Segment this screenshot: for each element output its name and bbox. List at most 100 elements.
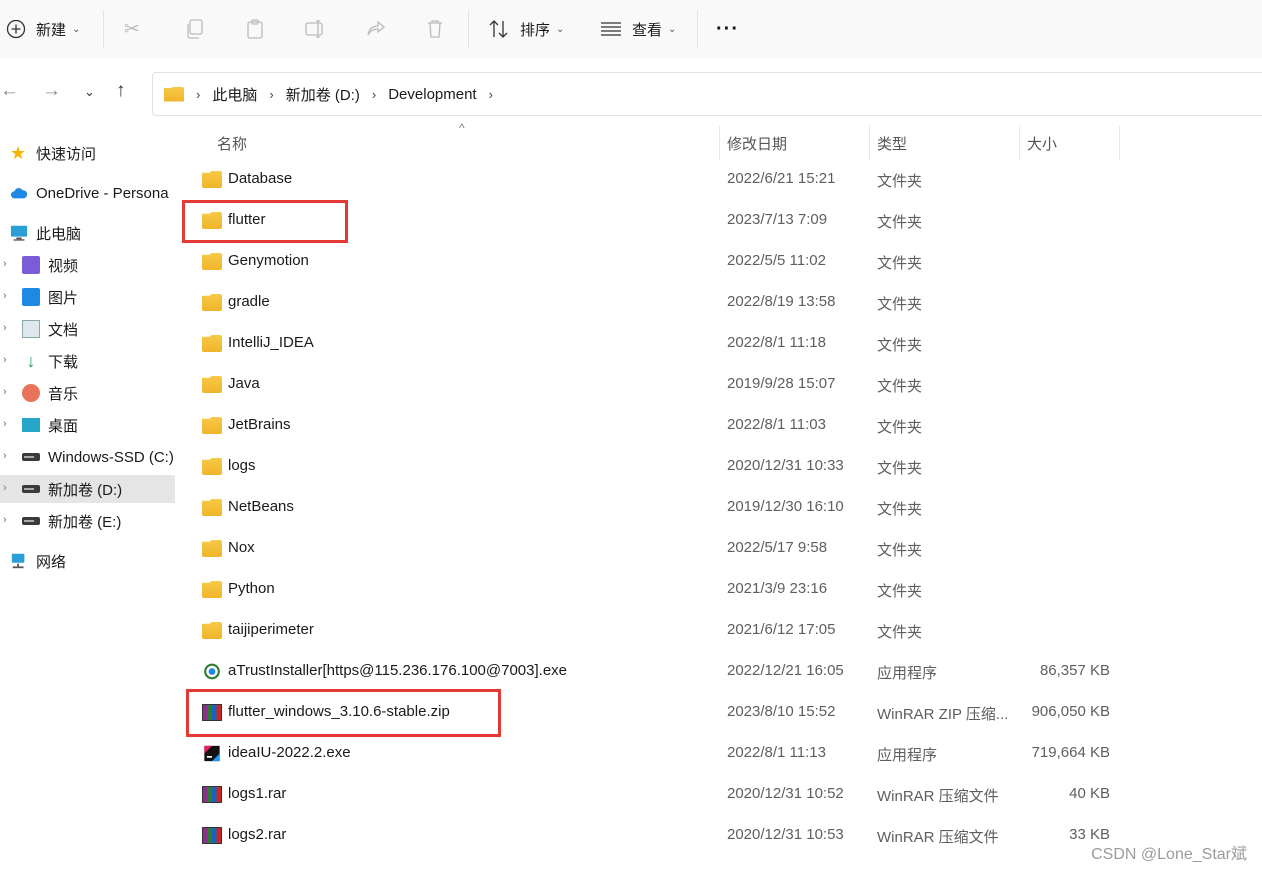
file-row-taijiperimeter[interactable]: taijiperimeter 2021/6/12 17:05 文件夹 — [190, 611, 1125, 652]
column-header-date[interactable]: 修改日期 — [727, 125, 787, 161]
column-divider[interactable] — [1119, 126, 1120, 160]
chevron-right-icon: › — [3, 386, 7, 398]
file-type: 文件夹 — [877, 583, 923, 600]
file-date: 2022/8/1 11:13 — [727, 744, 826, 761]
toolbar-divider — [468, 10, 469, 48]
scissors-icon: ✂ — [124, 18, 140, 40]
file-date: 2022/6/21 15:21 — [727, 170, 836, 187]
picture-icon — [22, 288, 40, 306]
sidebar-item-videos[interactable]: › 视频 — [0, 251, 175, 279]
column-header-name[interactable]: 名称 — [217, 125, 247, 161]
file-row-netbeans[interactable]: NetBeans 2019/12/30 16:10 文件夹 — [190, 488, 1125, 529]
sidebar-item-drive-e[interactable]: › 新加卷 (E:) — [0, 507, 175, 535]
sidebar-item-drive-d[interactable]: › 新加卷 (D:) — [0, 475, 175, 503]
file-name: gradle — [228, 293, 270, 310]
file-row-logs2-rar[interactable]: logs2.rar 2020/12/31 10:53 WinRAR 压缩文件 3… — [190, 816, 1125, 857]
sidebar-item-label: 图片 — [48, 289, 79, 307]
more-icon: ··· — [716, 17, 739, 40]
music-icon — [22, 384, 40, 402]
sidebar-item-network[interactable]: 网络 — [10, 547, 185, 575]
file-row-nox[interactable]: Nox 2022/5/17 9:58 文件夹 — [190, 529, 1125, 570]
paste-button[interactable] — [246, 8, 264, 50]
winrar-archive-icon — [202, 786, 222, 803]
chevron-right-icon: › — [3, 322, 7, 334]
sidebar-item-label: 音乐 — [48, 385, 79, 403]
folder-icon — [202, 335, 222, 352]
file-name: taijiperimeter — [228, 621, 314, 638]
sidebar-item-downloads[interactable]: › ↓ 下载 — [0, 347, 175, 375]
file-name: logs1.rar — [228, 785, 287, 802]
sidebar-item-pictures[interactable]: › 图片 — [0, 283, 175, 311]
file-row-logs1-rar[interactable]: logs1.rar 2020/12/31 10:52 WinRAR 压缩文件 4… — [190, 775, 1125, 816]
file-row-jetbrains[interactable]: JetBrains 2022/8/1 11:03 文件夹 — [190, 406, 1125, 447]
breadcrumb-development[interactable]: Development — [388, 86, 476, 103]
folder-icon — [202, 622, 222, 639]
chevron-right-icon: › — [3, 258, 7, 270]
file-row-database[interactable]: Database 2022/6/21 15:21 文件夹 — [190, 160, 1125, 201]
breadcrumb-this-pc[interactable]: 此电脑 — [212, 84, 257, 105]
arrow-right-icon: → — [42, 80, 61, 101]
folder-icon — [202, 376, 222, 393]
clipboard-icon — [247, 19, 263, 39]
folder-icon — [202, 171, 222, 188]
column-header-label: 修改日期 — [727, 135, 788, 153]
column-header-type[interactable]: 类型 — [877, 125, 907, 161]
download-icon: ↓ — [26, 351, 36, 371]
share-button[interactable] — [366, 8, 386, 50]
file-type: 文件夹 — [877, 501, 923, 518]
column-divider[interactable] — [869, 126, 870, 160]
highlight-box-flutter-zip — [186, 689, 501, 737]
file-name: Database — [228, 170, 293, 187]
delete-button[interactable] — [426, 8, 444, 50]
cut-button[interactable]: ✂ — [124, 8, 140, 50]
file-row-genymotion[interactable]: Genymotion 2022/5/5 11:02 文件夹 — [190, 242, 1125, 283]
toolbar-divider — [697, 10, 698, 48]
chevron-down-icon: ⌄ — [556, 23, 565, 35]
address-bar[interactable]: › 此电脑 › 新加卷 (D:) › Development › — [152, 72, 1262, 116]
recent-locations-button[interactable]: ⌄ — [84, 84, 95, 100]
file-row-intellij-idea[interactable]: IntelliJ_IDEA 2022/8/1 11:18 文件夹 — [190, 324, 1125, 365]
sidebar-item-this-pc[interactable]: 此电脑 — [10, 219, 185, 247]
sidebar-item-documents[interactable]: › 文档 — [0, 315, 175, 343]
sidebar-item-desktop[interactable]: › 桌面 — [0, 411, 175, 439]
sidebar-item-label: 新加卷 (E:) — [48, 513, 122, 531]
file-type: 应用程序 — [877, 665, 938, 682]
forward-button[interactable]: → — [42, 80, 61, 102]
breadcrumb-drive-d[interactable]: 新加卷 (D:) — [286, 84, 360, 105]
sidebar-item-music[interactable]: › 音乐 — [0, 379, 175, 407]
chevron-right-icon: › — [3, 514, 7, 526]
rename-button[interactable] — [305, 8, 327, 50]
file-date: 2021/6/12 17:05 — [727, 621, 836, 638]
more-options-button[interactable]: ··· — [716, 8, 739, 50]
file-date: 2019/9/28 15:07 — [727, 375, 836, 392]
command-bar: 新建 ⌄ ✂ 排序 ⌄ 查看 ⌄ ··· — [0, 0, 1262, 58]
view-button[interactable]: 查看 ⌄ — [600, 8, 676, 50]
sidebar-item-quick-access[interactable]: ★ 快速访问 — [10, 139, 185, 167]
file-name: logs — [228, 457, 256, 474]
file-row-logs[interactable]: logs 2020/12/31 10:33 文件夹 — [190, 447, 1125, 488]
sidebar-item-label: 网络 — [36, 553, 67, 571]
file-row-python[interactable]: Python 2021/3/9 23:16 文件夹 — [190, 570, 1125, 611]
winrar-archive-icon — [202, 827, 222, 844]
file-row-gradle[interactable]: gradle 2022/8/19 13:58 文件夹 — [190, 283, 1125, 324]
up-button[interactable]: ↑ — [116, 80, 126, 102]
drive-icon — [22, 517, 40, 525]
sidebar-item-onedrive[interactable]: OneDrive - Persona — [10, 179, 185, 207]
file-row-ideaiu-exe[interactable]: ideaIU-2022.2.exe 2022/8/1 11:13 应用程序 71… — [190, 734, 1125, 775]
sort-button[interactable]: 排序 ⌄ — [488, 8, 564, 50]
copy-button[interactable] — [186, 8, 204, 50]
new-button[interactable]: 新建 ⌄ — [6, 8, 80, 50]
column-header-size[interactable]: 大小 — [1027, 125, 1057, 161]
file-name: Nox — [228, 539, 255, 556]
column-divider[interactable] — [719, 126, 720, 160]
column-divider[interactable] — [1019, 126, 1020, 160]
folder-icon — [202, 294, 222, 311]
file-date: 2020/12/31 10:33 — [727, 457, 844, 474]
back-button[interactable]: ← — [0, 80, 19, 102]
folder-icon — [202, 540, 222, 557]
file-row-java[interactable]: Java 2019/9/28 15:07 文件夹 — [190, 365, 1125, 406]
sidebar-item-drive-c[interactable]: › Windows-SSD (C:) — [0, 443, 175, 471]
file-row-atrust-installer[interactable]: aTrustInstaller[https@115.236.176.100@70… — [190, 652, 1125, 693]
chevron-right-icon: › — [3, 418, 7, 430]
chevron-right-icon: › — [3, 354, 7, 366]
